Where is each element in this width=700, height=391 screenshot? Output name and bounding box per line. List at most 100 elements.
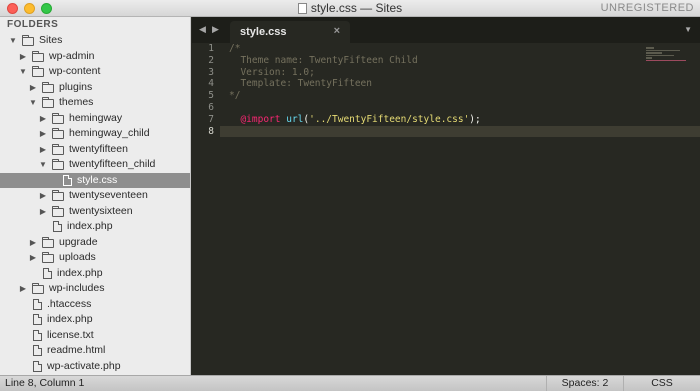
- window-title: style.css — Sites: [310, 1, 403, 15]
- folder-open-icon: [42, 97, 54, 108]
- file-icon: [33, 360, 42, 372]
- disclosure-collapsed-icon[interactable]: ▶: [39, 204, 47, 220]
- tree-item-label: twentyseventeen: [69, 189, 148, 201]
- line-number: 8: [208, 125, 214, 137]
- tab-close-icon[interactable]: ×: [334, 25, 340, 37]
- tree-item-label: index.php: [47, 313, 93, 325]
- tab-forward-arrow-icon[interactable]: ▶: [212, 24, 219, 35]
- file-item[interactable]: index.php: [0, 266, 190, 282]
- code-token: url: [286, 113, 304, 125]
- folder-item[interactable]: ▶ plugins: [0, 80, 190, 96]
- file-item[interactable]: index.php: [0, 312, 190, 328]
- folder-item[interactable]: ▶ twentyfifteen: [0, 142, 190, 158]
- disclosure-collapsed-icon[interactable]: ▶: [19, 49, 27, 65]
- file-item[interactable]: wp-activate.php: [0, 359, 190, 375]
- disclosure-collapsed-icon[interactable]: ▶: [29, 250, 37, 266]
- folder-item[interactable]: ▶ hemingway: [0, 111, 190, 127]
- tab-dropdown-icon[interactable]: ▼: [684, 25, 692, 34]
- disclosure-expanded-icon[interactable]: ▼: [29, 95, 37, 111]
- code-line: /*: [229, 43, 481, 55]
- folder-item[interactable]: ▶ upgrade: [0, 235, 190, 251]
- tab-bar: ◀ ▶ style.css × ▼: [192, 17, 700, 43]
- tree-item-label: twentysixteen: [69, 204, 133, 217]
- line-number: 3: [208, 66, 214, 78]
- file-icon: [33, 345, 42, 356]
- disclosure-collapsed-icon[interactable]: ▶: [19, 281, 27, 297]
- tree-item-label: wp-admin: [49, 49, 95, 62]
- disclosure-collapsed-icon[interactable]: ▶: [39, 126, 47, 142]
- code-line: @import url('../TwentyFifteen/style.css'…: [229, 113, 481, 126]
- tree-item-label: Sites: [39, 34, 63, 46]
- line-number: 5: [208, 90, 214, 102]
- file-icon: [33, 298, 42, 310]
- tree-item-label: hemingway_child: [69, 127, 150, 139]
- disclosure-collapsed-icon[interactable]: ▶: [29, 235, 37, 251]
- folder-item[interactable]: ▼ Sites: [0, 33, 190, 49]
- file-item[interactable]: .htaccess: [0, 297, 190, 313]
- cursor-position: Line 8, Column 1: [5, 377, 85, 389]
- code-token: Theme name: TwentyFifteen Child: [229, 54, 418, 66]
- minimap-line: [646, 47, 654, 49]
- minimap[interactable]: [646, 47, 692, 65]
- code-token: );: [469, 113, 481, 125]
- line-number-gutter: 12345678: [192, 43, 220, 375]
- folder-icon: [42, 81, 54, 93]
- folder-item[interactable]: ▼ twentyfifteen_child: [0, 157, 190, 173]
- file-item[interactable]: readme.html: [0, 343, 190, 359]
- tree-item-label: hemingway: [69, 111, 123, 124]
- folder-item[interactable]: ▶ uploads: [0, 250, 190, 266]
- tree-item-label: wp-content: [49, 65, 101, 77]
- tree-item-label: themes: [59, 96, 94, 108]
- folder-icon: [32, 283, 44, 294]
- disclosure-expanded-icon[interactable]: ▼: [9, 33, 17, 49]
- code-content[interactable]: /* Theme name: TwentyFifteen Child Versi…: [229, 43, 481, 137]
- tree-item-label: index.php: [67, 220, 113, 232]
- file-item[interactable]: index.php: [0, 219, 190, 235]
- folder-item[interactable]: ▶ hemingway_child: [0, 126, 190, 142]
- line-number: 7: [208, 113, 214, 125]
- folder-item[interactable]: ▶ twentysixteen: [0, 204, 190, 220]
- code-editor[interactable]: 12345678 /* Theme name: TwentyFifteen Ch…: [192, 43, 700, 375]
- disclosure-collapsed-icon[interactable]: ▶: [39, 142, 47, 158]
- folder-item[interactable]: ▶ wp-admin: [0, 49, 190, 65]
- file-icon: [53, 221, 62, 232]
- code-line: Version: 1.0;: [229, 67, 481, 79]
- folder-item[interactable]: ▶ wp-includes: [0, 281, 190, 297]
- disclosure-expanded-icon[interactable]: ▼: [19, 64, 27, 80]
- syntax-selector[interactable]: CSS: [623, 376, 700, 391]
- folders-header: FOLDERS: [7, 19, 59, 30]
- folder-icon: [32, 50, 44, 62]
- file-icon: [43, 267, 52, 279]
- disclosure-collapsed-icon[interactable]: ▶: [39, 111, 47, 127]
- tree-item-label: upgrade: [59, 235, 98, 248]
- code-line: */: [229, 90, 481, 102]
- folder-icon: [52, 190, 64, 201]
- indentation-selector[interactable]: Spaces: 2: [546, 376, 623, 391]
- folder-open-icon: [32, 66, 44, 77]
- folder-item[interactable]: ▼ wp-content: [0, 64, 190, 80]
- disclosure-collapsed-icon[interactable]: ▶: [39, 188, 47, 204]
- tree-item-label: index.php: [57, 266, 103, 279]
- file-icon: [33, 329, 42, 341]
- folder-icon: [52, 112, 64, 124]
- tab-back-arrow-icon[interactable]: ◀: [199, 24, 206, 35]
- tree-item-label: .htaccess: [47, 297, 92, 310]
- file-item[interactable]: style.css: [0, 172, 190, 188]
- code-token: Template: TwentyFifteen: [229, 78, 372, 90]
- line-number: 4: [208, 78, 214, 90]
- code-token: @import: [240, 113, 281, 125]
- file-icon: [33, 314, 42, 325]
- sidebar: FOLDERS ▼ Sites ▶ wp-admin ▼ wp-content ▶ plugi…: [0, 17, 191, 375]
- folder-icon: [42, 252, 54, 263]
- folder-icon: [52, 205, 64, 217]
- file-item[interactable]: license.txt: [0, 328, 190, 344]
- folder-item[interactable]: ▶ twentyseventeen: [0, 188, 190, 204]
- disclosure-collapsed-icon[interactable]: ▶: [29, 80, 37, 96]
- code-token: */: [229, 90, 241, 102]
- folder-item[interactable]: ▼ themes: [0, 95, 190, 111]
- tree-item-label: wp-activate.php: [47, 359, 121, 372]
- disclosure-expanded-icon[interactable]: ▼: [39, 157, 47, 173]
- tab-style-css[interactable]: style.css ×: [230, 21, 350, 43]
- file-icon: [63, 174, 72, 186]
